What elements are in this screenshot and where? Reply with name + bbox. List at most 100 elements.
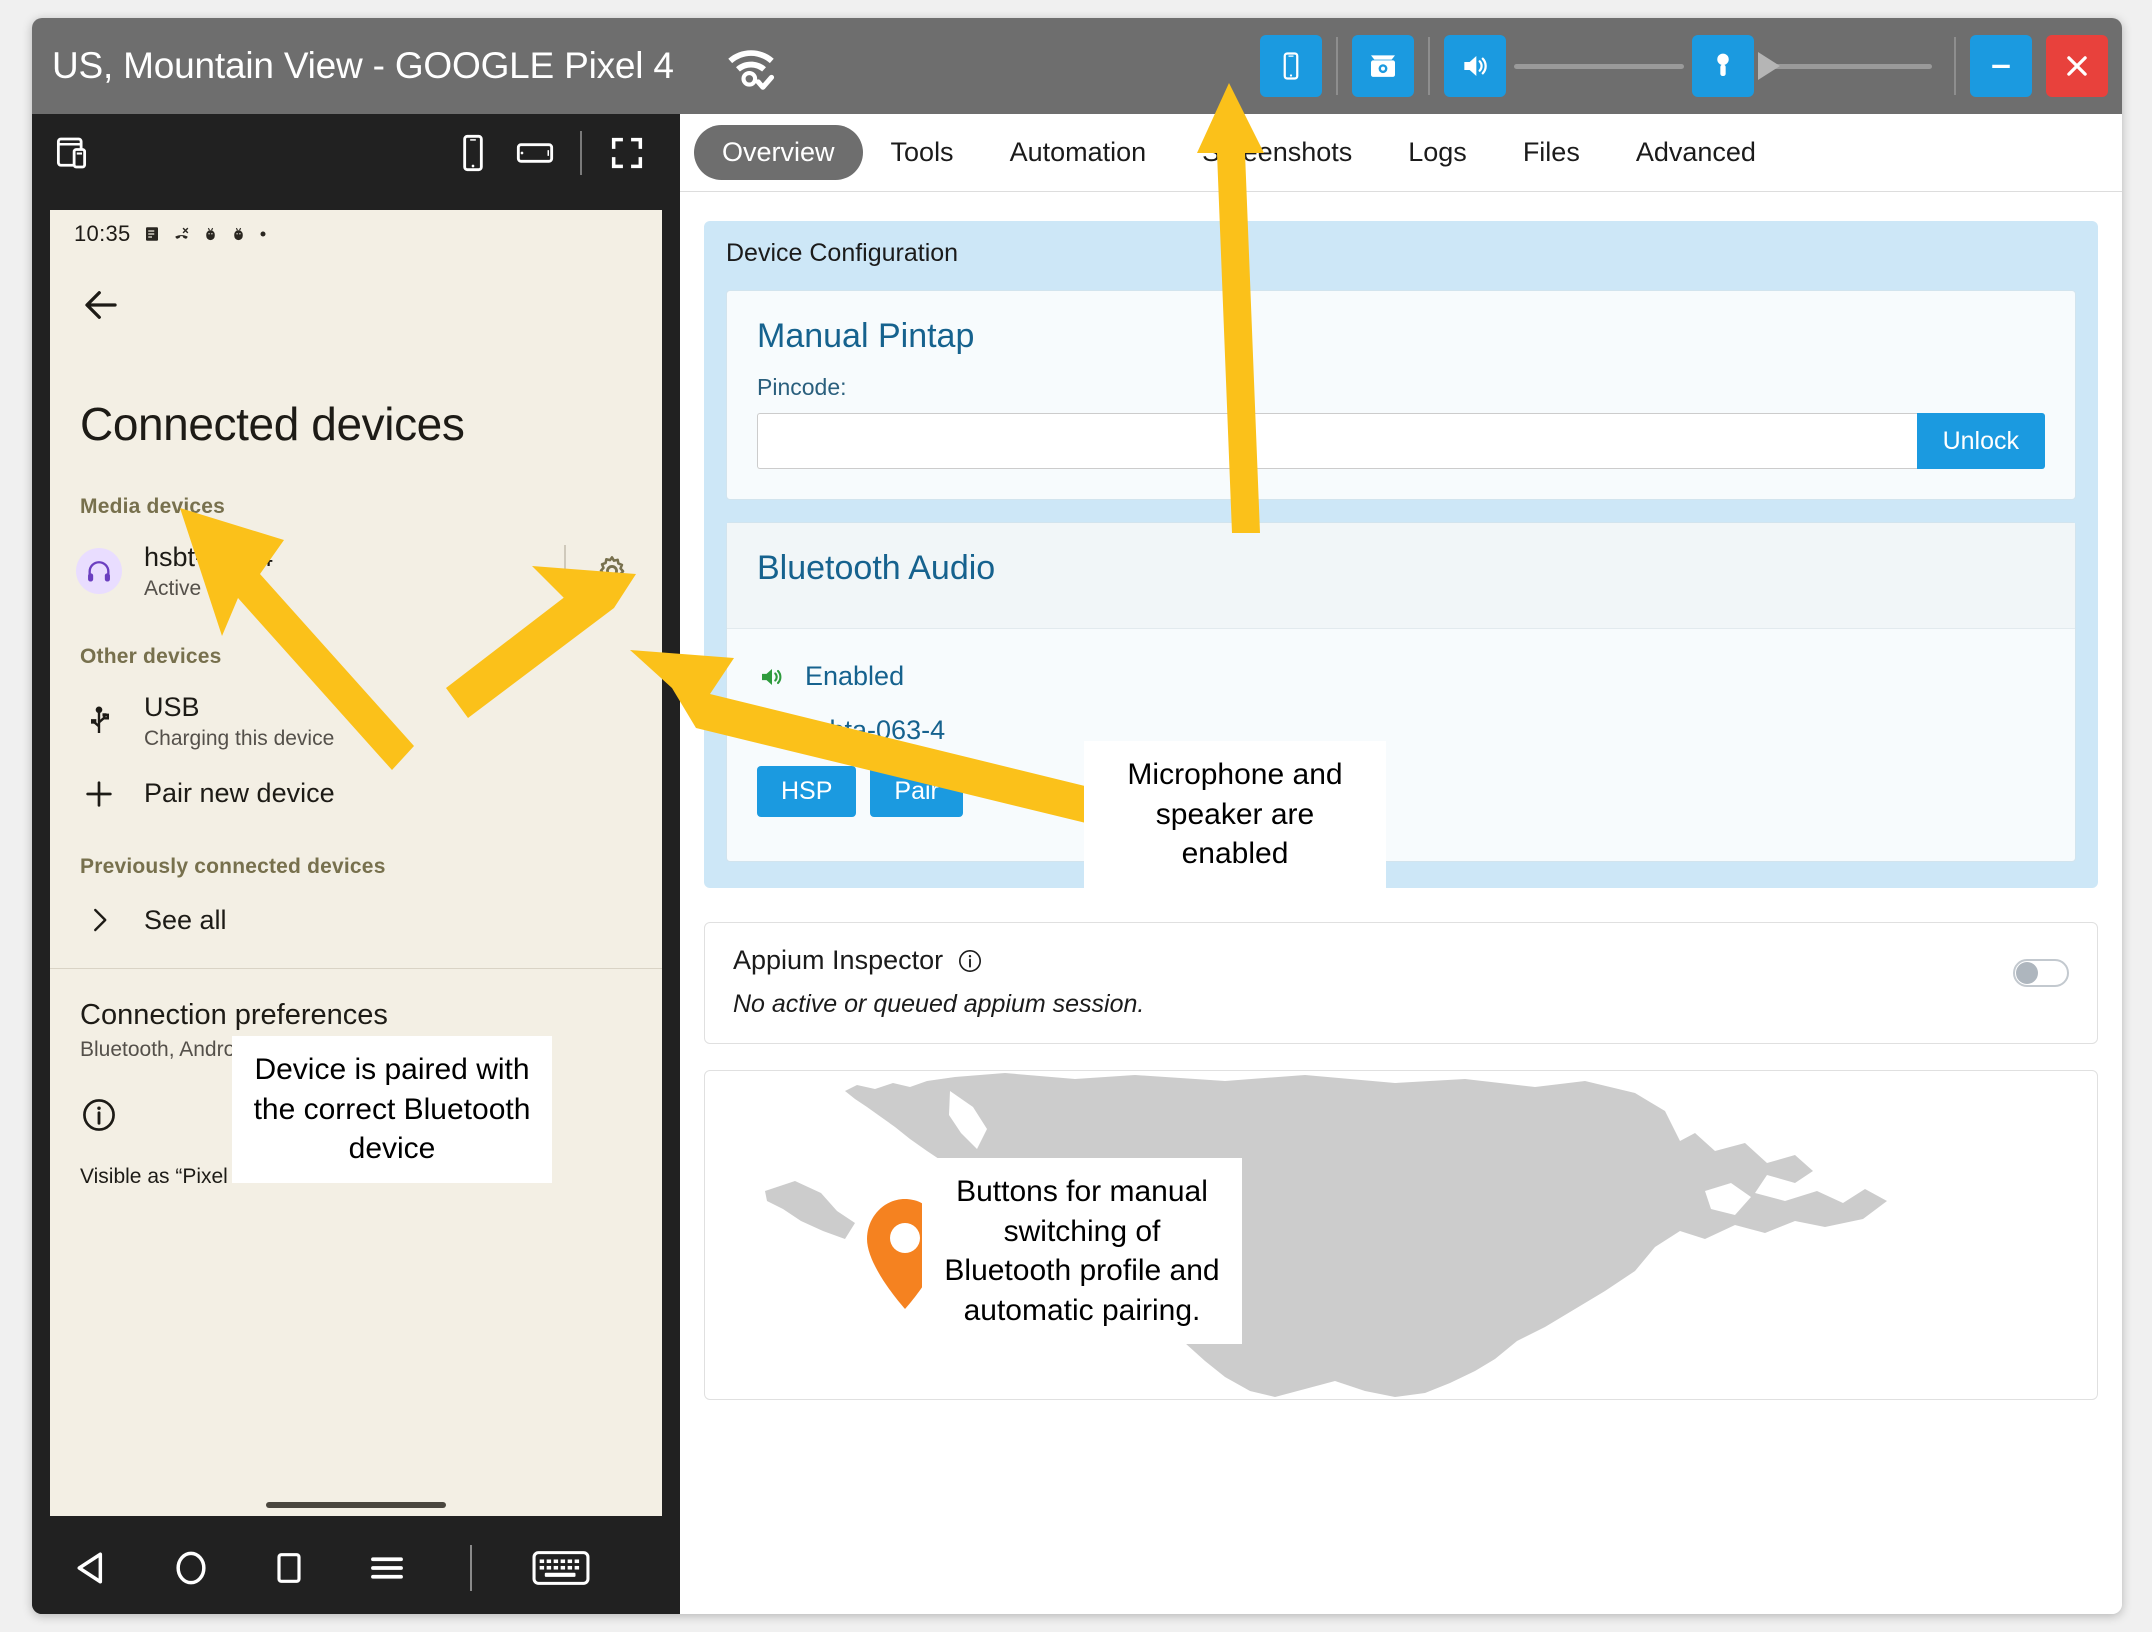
pair-button[interactable]: Pair — [870, 766, 963, 817]
tab-logs[interactable]: Logs — [1380, 125, 1495, 180]
tab-automation[interactable]: Automation — [982, 125, 1175, 180]
page-title: Connected devices — [80, 398, 465, 450]
see-all-row[interactable]: See all — [50, 879, 662, 936]
info-icon[interactable] — [957, 948, 983, 974]
tab-screenshots[interactable]: Screenshots — [1174, 125, 1380, 180]
list-item-other-device[interactable]: USB Charging this device — [50, 669, 662, 751]
appium-session-message: No active or queued appium session. — [733, 990, 1145, 1018]
device-status: Active — [144, 576, 202, 600]
speaker-volume-slider[interactable] — [1506, 35, 1692, 97]
hsp-button[interactable]: HSP — [757, 766, 857, 817]
section-header-previously-connected: Previously connected devices — [80, 854, 386, 878]
pair-new-device-label: Pair new device — [144, 778, 335, 809]
tab-advanced[interactable]: Advanced — [1608, 125, 1784, 180]
speaker-icon — [762, 668, 782, 685]
divider — [470, 1545, 472, 1591]
missed-call-icon — [174, 227, 188, 239]
annotation-microphone-speaker: Microphone and speaker are enabled — [1084, 741, 1386, 888]
main-panel: Overview Tools Automation Screenshots Lo… — [680, 114, 2122, 1614]
tab-tools[interactable]: Tools — [863, 125, 982, 180]
toolbar-divider — [1954, 37, 1956, 95]
chevron-right-icon — [76, 905, 122, 935]
toolbar-divider — [1428, 37, 1430, 95]
speaker-button[interactable] — [1444, 35, 1506, 97]
phone-screen[interactable]: 10:35 Connected devices Media devices hs… — [50, 210, 662, 1516]
minimize-button[interactable] — [1970, 35, 2032, 97]
device-name: hsbt-063-4 — [144, 542, 274, 572]
home-indicator — [266, 1502, 446, 1508]
android-icon — [233, 227, 243, 240]
window-title: US, Mountain View - GOOGLE Pixel 4 — [52, 45, 674, 86]
annotation-device-paired: Device is paired with the correct Blueto… — [232, 1036, 552, 1183]
gear-icon[interactable] — [588, 554, 636, 588]
bluetooth-enabled-row: Enabled — [757, 639, 2045, 692]
tab-files[interactable]: Files — [1495, 125, 1608, 180]
hamburger-menu-icon[interactable] — [362, 1543, 412, 1593]
devices-icon[interactable] — [44, 122, 106, 184]
circle-home-icon[interactable] — [166, 1543, 216, 1593]
list-item-media-device[interactable]: hsbt-063-4 Active — [50, 519, 662, 601]
device-configuration-card: Device Configuration Manual Pintap Pinco… — [704, 221, 2098, 888]
plus-icon — [76, 777, 122, 811]
headphones-icon — [76, 547, 122, 594]
pincode-input[interactable] — [757, 413, 1917, 469]
device-status: Charging this device — [144, 726, 335, 750]
appium-inspector-card: Appium Inspector No active or queued app… — [704, 922, 2098, 1044]
device-toolbar — [32, 114, 680, 192]
device-name: USB — [144, 691, 200, 722]
phone-back-button[interactable] — [50, 258, 662, 331]
close-button[interactable] — [2046, 35, 2108, 97]
keyboard-icon[interactable] — [530, 1543, 592, 1593]
bluetooth-icon — [764, 719, 776, 741]
phone-navigation-bar — [32, 1522, 680, 1614]
bluetooth-audio-title: Bluetooth Audio — [757, 549, 996, 587]
window-titlebar: US, Mountain View - GOOGLE Pixel 4 — [32, 18, 2122, 114]
north-america-map — [765, 1073, 1887, 1397]
square-recents-icon[interactable] — [264, 1543, 314, 1593]
status-clock: 10:35 — [74, 221, 131, 246]
landscape-icon[interactable] — [504, 122, 566, 184]
tab-overview[interactable]: Overview — [694, 125, 863, 180]
titlebar-controls — [1260, 18, 2108, 114]
device-view-button[interactable] — [1260, 35, 1322, 97]
manual-pintap-title: Manual Pintap — [757, 317, 975, 355]
toolbar-divider — [1336, 37, 1338, 95]
see-all-label: See all — [144, 904, 227, 935]
fullscreen-icon[interactable] — [596, 122, 658, 184]
divider — [564, 544, 566, 597]
panel-scroll-area: Device Configuration Manual Pintap Pinco… — [680, 193, 2122, 1614]
wifi-check-icon — [722, 37, 780, 95]
list-notification-icon — [145, 227, 158, 241]
bluetooth-status-text: Enabled — [805, 661, 905, 691]
triangle-back-icon[interactable] — [68, 1543, 118, 1593]
section-header-other-devices: Other devices — [80, 644, 222, 668]
bluetooth-audio-card: Bluetooth Audio Enabled hsbta-063-4 HSP — [726, 522, 2076, 862]
location-map-card[interactable] — [704, 1070, 2098, 1400]
microphone-volume-slider[interactable] — [1754, 35, 1940, 97]
bluetooth-device-name: hsbta-063-4 — [801, 714, 946, 745]
manual-pintap-card: Manual Pintap Pincode: Unlock — [726, 290, 2076, 500]
toolbar-divider — [580, 131, 582, 175]
connection-preferences-title[interactable]: Connection preferences — [50, 969, 662, 1032]
dot-icon — [260, 231, 266, 237]
unlock-button[interactable]: Unlock — [1916, 413, 2045, 469]
phone-status-bar: 10:35 — [50, 210, 662, 258]
device-mirror: 10:35 Connected devices Media devices hs… — [32, 192, 680, 1614]
appium-inspector-toggle[interactable] — [2013, 959, 2069, 987]
usb-icon — [76, 705, 122, 737]
application-window: US, Mountain View - GOOGLE Pixel 4 10:35… — [32, 18, 2122, 1614]
pair-new-device-row[interactable]: Pair new device — [50, 751, 662, 811]
appium-inspector-title: Appium Inspector — [733, 945, 944, 975]
bluetooth-device-row: hsbta-063-4 — [757, 692, 2045, 746]
device-configuration-title: Device Configuration — [726, 239, 959, 267]
recording-button[interactable] — [1352, 35, 1414, 97]
annotation-manual-buttons: Buttons for manual switching of Bluetoot… — [922, 1158, 1242, 1345]
section-header-media-devices: Media devices — [80, 495, 226, 518]
microphone-button[interactable] — [1692, 35, 1754, 97]
pincode-label: Pincode: — [757, 374, 847, 400]
portrait-icon[interactable] — [442, 122, 504, 184]
back-arrow-icon — [85, 291, 117, 319]
tab-bar: Overview Tools Automation Screenshots Lo… — [680, 114, 2122, 192]
android-icon — [205, 227, 215, 240]
status-notification-icons — [143, 225, 268, 244]
